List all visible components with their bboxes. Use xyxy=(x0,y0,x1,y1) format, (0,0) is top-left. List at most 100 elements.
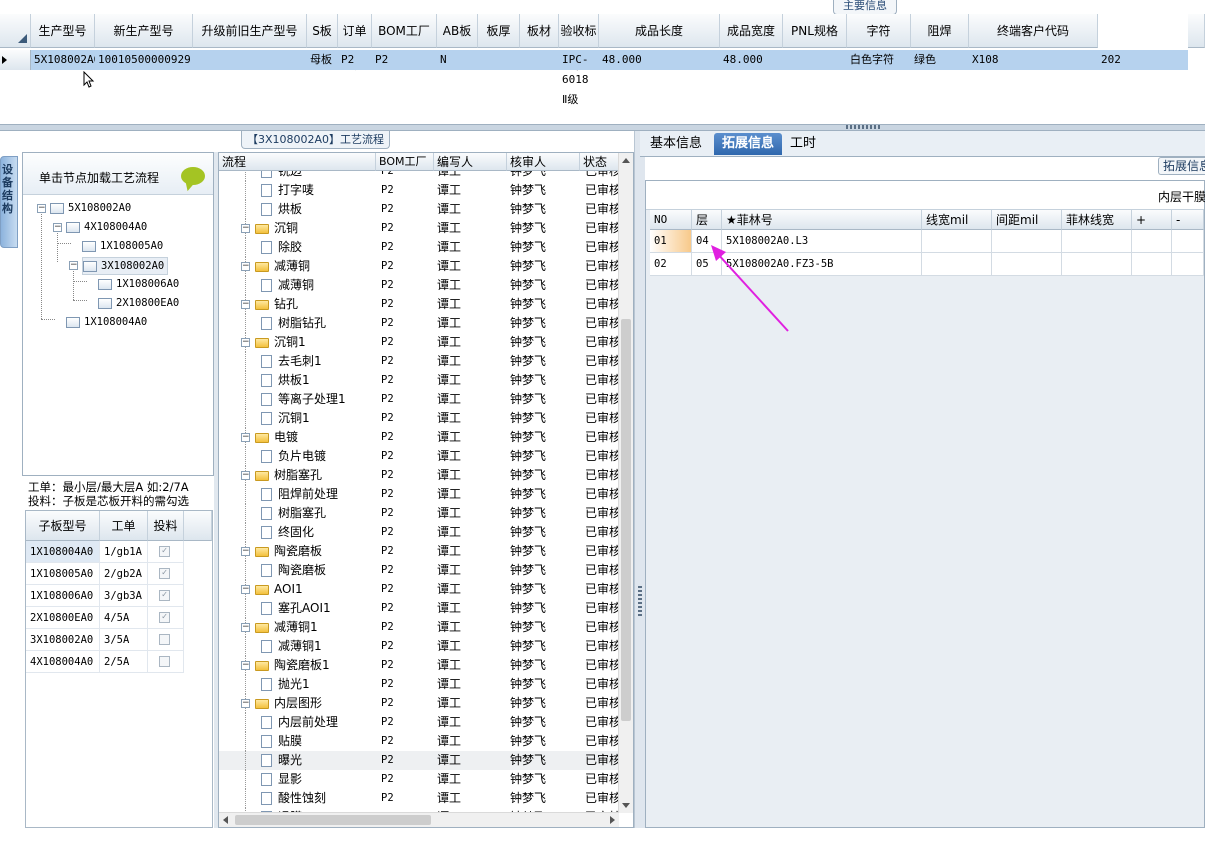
process-name-cell[interactable]: − 减薄铜1 xyxy=(241,618,318,637)
process-bom-cell[interactable]: P2 xyxy=(381,542,394,561)
process-row[interactable]: 烘板1 P2 谭工 钟梦飞 已审核 xyxy=(219,371,619,390)
collapse-toggle-icon[interactable]: − xyxy=(241,433,250,442)
col-header[interactable]: 验收标准 xyxy=(559,14,599,72)
process-row[interactable]: 抛光1 P2 谭工 钟梦飞 已审核 xyxy=(219,675,619,694)
process-reviewer-cell[interactable]: 钟梦飞 xyxy=(510,276,546,295)
collapse-toggle-icon[interactable]: − xyxy=(241,471,250,480)
col-header[interactable]: 升级前旧生产型号 xyxy=(193,14,307,48)
sub-board-order[interactable]: 1/gb1A xyxy=(100,541,148,563)
process-row[interactable]: 铣边 P2 谭工 钟梦飞 已审核 xyxy=(219,171,619,181)
process-row[interactable]: 阻焊前处理 P2 谭工 钟梦飞 已审核 xyxy=(219,485,619,504)
process-reviewer-cell[interactable]: 钟梦飞 xyxy=(510,599,546,618)
process-writer-cell[interactable]: 谭工 xyxy=(437,333,461,352)
extended-info-button[interactable]: 拓展信息 xyxy=(1158,157,1205,175)
process-bom-cell[interactable]: P2 xyxy=(381,580,394,599)
process-reviewer-cell[interactable]: 钟梦飞 xyxy=(510,409,546,428)
col-header-no[interactable]: NO xyxy=(650,210,692,230)
sub-board-model[interactable]: 1X108005A0 xyxy=(26,563,100,585)
process-name-cell[interactable]: 负片电镀 xyxy=(261,447,326,466)
horizontal-splitter[interactable] xyxy=(0,124,1205,131)
checkbox-checked[interactable]: ✓ xyxy=(159,590,170,601)
process-reviewer-cell[interactable]: 钟梦飞 xyxy=(510,295,546,314)
process-name-cell[interactable]: 陶瓷磨板 xyxy=(261,561,326,580)
process-row[interactable]: 去毛刺1 P2 谭工 钟梦飞 已审核 xyxy=(219,352,619,371)
tree-node[interactable]: 1X108004A0 xyxy=(66,314,147,330)
collapse-toggle-icon[interactable]: − xyxy=(241,300,250,309)
scroll-thumb[interactable] xyxy=(621,319,631,721)
process-writer-cell[interactable]: 谭工 xyxy=(437,257,461,276)
process-status-cell[interactable]: 已审核 xyxy=(585,333,619,352)
col-header[interactable]: 字符 xyxy=(847,14,911,48)
vertical-tab-structure[interactable]: 设备结构 xyxy=(0,156,18,248)
process-row[interactable]: 减薄铜1 P2 谭工 钟梦飞 已审核 xyxy=(219,637,619,656)
film-empty-cell[interactable] xyxy=(1062,253,1132,276)
process-bom-cell[interactable]: P2 xyxy=(381,466,394,485)
table-cell[interactable]: X108 xyxy=(969,50,1098,70)
process-bom-cell[interactable]: P2 xyxy=(381,371,394,390)
process-bom-cell[interactable]: P2 xyxy=(381,295,394,314)
process-reviewer-cell[interactable]: 钟梦飞 xyxy=(510,333,546,352)
table-cell[interactable]: 48.000 xyxy=(599,50,720,70)
process-bom-cell[interactable]: P2 xyxy=(381,523,394,542)
process-reviewer-cell[interactable]: 钟梦飞 xyxy=(510,314,546,333)
process-writer-cell[interactable]: 谭工 xyxy=(437,504,461,523)
collapse-toggle-icon[interactable]: − xyxy=(69,261,78,270)
film-no-cell[interactable]: 01 xyxy=(650,230,692,253)
process-name-cell[interactable]: − 陶瓷磨板1 xyxy=(241,656,330,675)
col-header[interactable]: 新生产型号 xyxy=(95,14,193,48)
table-cell[interactable]: 202 xyxy=(1098,50,1188,70)
process-writer-cell[interactable]: 谭工 xyxy=(437,409,461,428)
process-row[interactable]: 曝光 P2 谭工 钟梦飞 已审核 xyxy=(219,751,619,770)
process-reviewer-cell[interactable]: 钟梦飞 xyxy=(510,523,546,542)
col-header[interactable]: BOM工厂 xyxy=(372,14,437,48)
process-row[interactable]: − 内层图形 P2 谭工 钟梦飞 已审核 xyxy=(219,694,619,713)
table-cell[interactable]: N xyxy=(437,50,478,70)
process-writer-cell[interactable]: 谭工 xyxy=(437,789,461,808)
checkbox-unchecked[interactable] xyxy=(159,634,170,645)
sub-board-model[interactable]: 4X108004A0 xyxy=(26,651,100,673)
process-reviewer-cell[interactable]: 钟梦飞 xyxy=(510,171,546,181)
process-reviewer-cell[interactable]: 钟梦飞 xyxy=(510,447,546,466)
process-name-cell[interactable]: 减薄铜 xyxy=(261,276,314,295)
process-writer-cell[interactable]: 谭工 xyxy=(437,542,461,561)
process-name-cell[interactable]: 抛光1 xyxy=(261,675,310,694)
film-empty-cell[interactable] xyxy=(1062,230,1132,253)
tree-node[interactable]: 1X108005A0 xyxy=(82,238,163,254)
film-empty-cell[interactable] xyxy=(1172,230,1204,253)
process-writer-cell[interactable]: 谭工 xyxy=(437,276,461,295)
process-reviewer-cell[interactable]: 钟梦飞 xyxy=(510,371,546,390)
process-reviewer-cell[interactable]: 钟梦飞 xyxy=(510,561,546,580)
col-header-line-width[interactable]: 线宽mil xyxy=(922,210,992,230)
process-bom-cell[interactable]: P2 xyxy=(381,751,394,770)
col-header[interactable]: 生产型号 xyxy=(31,14,95,48)
process-bom-cell[interactable]: P2 xyxy=(381,409,394,428)
process-name-cell[interactable]: − 钻孔 xyxy=(241,295,298,314)
process-bom-cell[interactable]: P2 xyxy=(381,181,394,200)
process-row[interactable]: 终固化 P2 谭工 钟梦飞 已审核 xyxy=(219,523,619,542)
main-info-tab[interactable]: 主要信息 xyxy=(833,0,897,15)
tree-node[interactable]: 2X10800EA0 xyxy=(98,295,179,311)
process-reviewer-cell[interactable]: 钟梦飞 xyxy=(510,485,546,504)
sub-board-order[interactable]: 2/gb2A xyxy=(100,563,148,585)
process-bom-cell[interactable]: P2 xyxy=(381,789,394,808)
process-reviewer-cell[interactable]: 钟梦飞 xyxy=(510,238,546,257)
table-cell[interactable] xyxy=(520,50,559,70)
col-header-writer[interactable]: 编写人 xyxy=(434,153,507,171)
process-status-cell[interactable]: 已审核 xyxy=(585,675,619,694)
process-status-cell[interactable]: 已审核 xyxy=(585,751,619,770)
process-name-cell[interactable]: − 陶瓷磨板 xyxy=(241,542,322,561)
process-status-cell[interactable]: 已审核 xyxy=(585,523,619,542)
process-writer-cell[interactable]: 谭工 xyxy=(437,580,461,599)
process-writer-cell[interactable]: 谭工 xyxy=(437,171,461,181)
process-row[interactable]: 陶瓷磨板 P2 谭工 钟梦飞 已审核 xyxy=(219,561,619,580)
process-writer-cell[interactable]: 谭工 xyxy=(437,352,461,371)
process-row[interactable]: − AOI1 P2 谭工 钟梦飞 已审核 xyxy=(219,580,619,599)
scroll-down-icon[interactable] xyxy=(622,803,630,808)
process-status-cell[interactable]: 已审核 xyxy=(585,390,619,409)
tab-work-hours[interactable]: 工时 xyxy=(782,133,824,155)
col-header-bom[interactable]: BOM工厂 xyxy=(376,153,434,171)
col-header-reviewer[interactable]: 核审人 xyxy=(507,153,580,171)
process-reviewer-cell[interactable]: 钟梦飞 xyxy=(510,219,546,238)
process-reviewer-cell[interactable]: 钟梦飞 xyxy=(510,618,546,637)
process-row[interactable]: 树脂钻孔 P2 谭工 钟梦飞 已审核 xyxy=(219,314,619,333)
